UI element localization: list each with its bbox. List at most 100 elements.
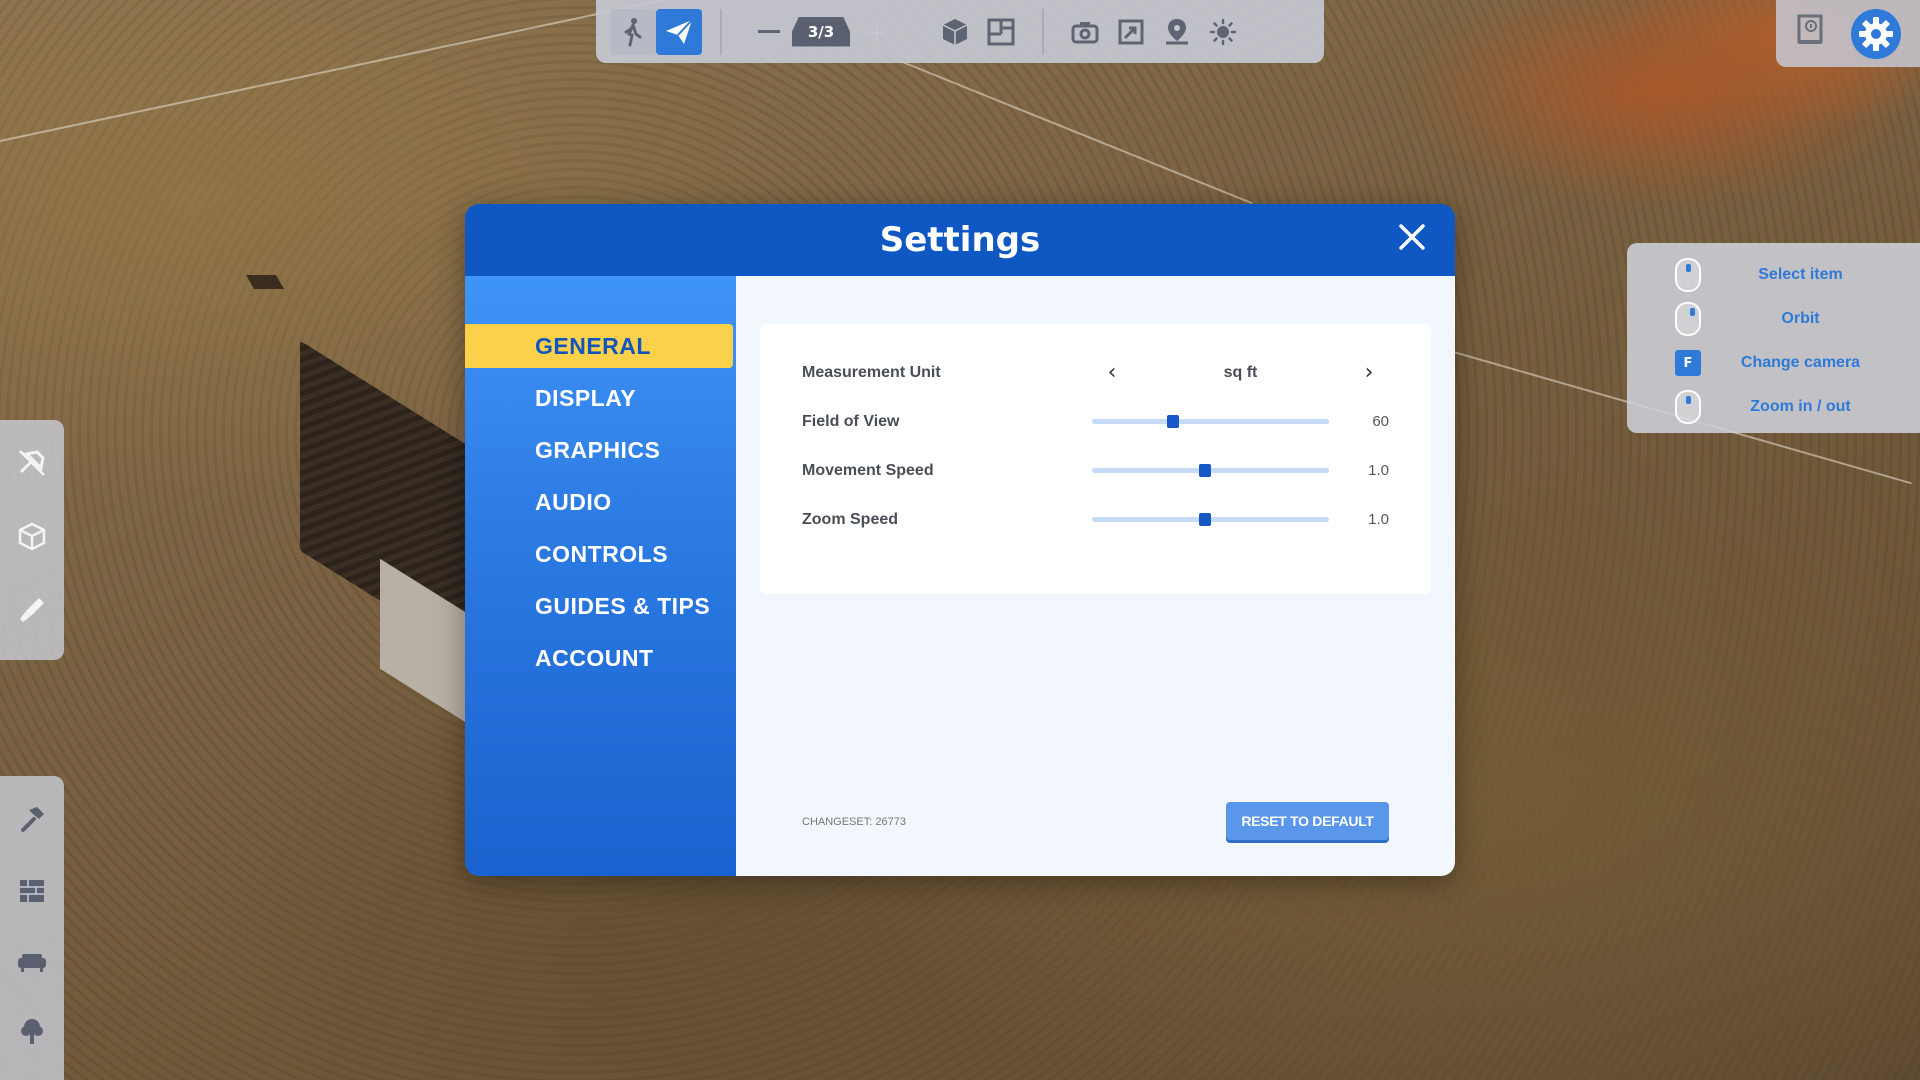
general-settings-card: Measurement Unit ‹ sq ft › Field of View… <box>760 324 1431 594</box>
tree-icon <box>21 1018 43 1044</box>
settings-nav: GENERAL DISPLAY GRAPHICS AUDIO CONTROLS … <box>465 276 736 876</box>
gear-icon <box>1859 16 1893 51</box>
zoom-speed-label: Zoom Speed <box>802 510 899 528</box>
paper-plane-icon <box>666 18 693 44</box>
cube-icon <box>942 18 968 45</box>
nav-display[interactable]: DISPLAY <box>465 376 736 420</box>
toolbar-divider <box>720 8 722 55</box>
fence-line <box>0 0 685 142</box>
top-toolbar: 3/3 + <box>596 0 1324 63</box>
measurement-unit-label: Measurement Unit <box>802 363 941 381</box>
box-icon <box>18 523 46 551</box>
brick-wall-icon <box>20 879 44 902</box>
zoom-speed-value: 1.0 <box>1368 511 1389 528</box>
field-of-view-value: 60 <box>1372 413 1389 430</box>
objects-tool-button[interactable] <box>17 521 47 558</box>
modal-body: GENERAL DISPLAY GRAPHICS AUDIO CONTROLS … <box>465 276 1455 876</box>
field-of-view-row: Field of View 60 <box>802 397 1389 446</box>
field-of-view-slider: 60 <box>1092 413 1389 430</box>
movement-speed-row: Movement Speed 1.0 <box>802 446 1389 495</box>
hint-change-camera: F Change camera <box>1627 341 1920 385</box>
top-right-toolbar <box>1776 0 1920 67</box>
floorplan-icon <box>987 18 1015 45</box>
2d-view-button[interactable] <box>978 9 1024 55</box>
chevron-left-icon[interactable]: ‹ <box>1102 360 1122 385</box>
nav-controls[interactable]: CONTROLS <box>465 532 736 576</box>
fly-mode-button[interactable] <box>656 8 702 55</box>
book-icon <box>1797 14 1823 44</box>
zoom-speed-row: Zoom Speed 1.0 <box>802 495 1389 544</box>
settings-button[interactable] <box>1851 8 1901 59</box>
chevron-right-icon[interactable]: › <box>1359 360 1379 385</box>
changeset-label: CHANGESET: 26773 <box>802 816 906 828</box>
demolish-tool-button[interactable] <box>17 448 47 485</box>
nav-guides-tips[interactable]: GUIDES & TIPS <box>465 584 736 628</box>
hint-zoom: Zoom in / out <box>1627 385 1920 429</box>
location-button[interactable] <box>1154 9 1200 55</box>
measurement-unit-selector: ‹ sq ft › <box>1092 360 1389 385</box>
slider-track[interactable] <box>1092 513 1329 526</box>
modal-header: Settings <box>465 204 1455 276</box>
close-icon <box>1399 224 1425 250</box>
walk-mode-button[interactable] <box>610 8 656 55</box>
lighting-button[interactable] <box>1200 9 1246 55</box>
reset-to-default-button[interactable]: RESET TO DEFAULT <box>1226 802 1389 840</box>
settings-content: Measurement Unit ‹ sq ft › Field of View… <box>736 276 1455 876</box>
hint-label: Change camera <box>1740 354 1861 371</box>
movement-speed-value: 1.0 <box>1368 462 1389 479</box>
nav-graphics[interactable]: GRAPHICS <box>465 428 736 472</box>
floorplan-export-button[interactable] <box>1108 9 1154 55</box>
modal-title: Settings <box>879 220 1041 260</box>
walls-tool-button[interactable] <box>17 876 47 913</box>
zoom-speed-slider: 1.0 <box>1092 511 1389 528</box>
mouse-scroll-icon <box>1675 390 1701 424</box>
hint-label: Select item <box>1758 266 1843 283</box>
hammer-icon <box>21 806 44 832</box>
controls-hint-panel: Select item Orbit F Change camera Zoom i… <box>1627 243 1920 433</box>
left-tool-bar-upper <box>0 420 64 660</box>
brush-icon <box>20 597 44 622</box>
slider-thumb[interactable] <box>1166 415 1179 428</box>
nav-general[interactable]: GENERAL <box>465 324 733 368</box>
level-down-button[interactable] <box>758 30 780 33</box>
mouse-right-click-icon <box>1675 302 1701 336</box>
terrain-object <box>245 275 285 289</box>
hint-label: Zoom in / out <box>1750 398 1851 415</box>
nav-account[interactable]: ACCOUNT <box>465 636 736 680</box>
sofa-icon <box>18 953 46 972</box>
camera-button[interactable] <box>1062 9 1108 55</box>
sun-icon <box>1209 18 1237 45</box>
field-of-view-label: Field of View <box>802 412 900 430</box>
movement-speed-label: Movement Speed <box>802 461 934 479</box>
measurement-unit-value: sq ft <box>1223 363 1258 381</box>
slider-thumb[interactable] <box>1198 513 1211 526</box>
landscape-tool-button[interactable] <box>17 1016 47 1053</box>
close-button[interactable] <box>1395 222 1429 256</box>
toolbar-divider <box>1042 8 1044 55</box>
walk-icon <box>624 17 642 46</box>
catalog-button[interactable] <box>1795 14 1825 54</box>
fence-line <box>899 60 1253 205</box>
nav-audio[interactable]: AUDIO <box>465 480 736 524</box>
3d-view-button[interactable] <box>932 9 978 55</box>
slider-thumb[interactable] <box>1198 464 1211 477</box>
measurement-unit-row: Measurement Unit ‹ sq ft › <box>802 348 1389 397</box>
blueprint-icon <box>1118 19 1144 44</box>
movement-speed-slider: 1.0 <box>1092 462 1389 479</box>
hammer-off-icon <box>19 450 45 477</box>
furniture-tool-button[interactable] <box>16 948 48 981</box>
f-key-icon: F <box>1675 350 1701 376</box>
hint-label: Orbit <box>1781 310 1820 327</box>
build-tool-button[interactable] <box>17 804 47 841</box>
level-up-button[interactable]: + <box>862 15 892 48</box>
mouse-left-click-icon <box>1675 258 1701 292</box>
settings-modal: Settings GENERAL DISPLAY GRAPHICS AUDIO … <box>465 204 1455 876</box>
paint-tool-button[interactable] <box>17 595 47 632</box>
level-indicator[interactable]: 3/3 <box>792 16 850 47</box>
hint-select-item: Select item <box>1627 253 1920 297</box>
hint-orbit: Orbit <box>1627 297 1920 341</box>
slider-track[interactable] <box>1092 415 1329 428</box>
map-pin-icon <box>1166 18 1188 44</box>
slider-track[interactable] <box>1092 464 1329 477</box>
camera-icon <box>1071 21 1099 43</box>
